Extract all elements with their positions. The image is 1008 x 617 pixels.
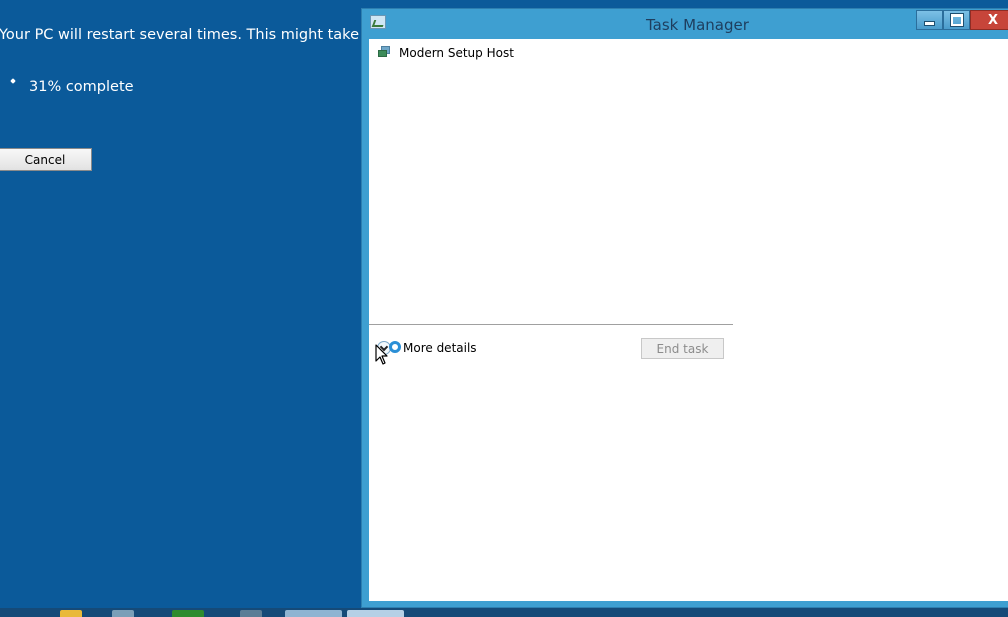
maximize-button[interactable] xyxy=(943,10,970,30)
task-manager-app-icon[interactable] xyxy=(370,15,386,29)
taskbar-task-manager-button[interactable] xyxy=(347,610,404,617)
task-manager-content: Modern Setup Host More details End task xyxy=(369,39,1008,601)
taskbar-setup-button[interactable] xyxy=(285,610,342,617)
more-details-toggle[interactable]: More details xyxy=(377,341,487,359)
taskbar-app-icon[interactable] xyxy=(240,610,262,617)
progress-percent-text: 31% complete xyxy=(29,79,134,95)
task-manager-window: Task Manager X Modern Setup Host More de… xyxy=(361,8,1008,608)
click-indicator-icon xyxy=(389,341,401,353)
mouse-pointer-icon xyxy=(375,344,388,365)
close-button[interactable]: X xyxy=(970,10,1008,30)
footer-divider xyxy=(369,324,733,325)
cancel-button[interactable]: Cancel xyxy=(0,148,92,171)
desktop: Your PC will restart several times. This… xyxy=(0,0,1008,617)
title-bar[interactable]: Task Manager X xyxy=(362,9,1008,39)
task-name: Modern Setup Host xyxy=(399,46,514,60)
setup-host-icon xyxy=(378,46,390,57)
window-title: Task Manager xyxy=(646,16,749,34)
close-icon: X xyxy=(987,12,999,28)
setup-status-message: Your PC will restart several times. This… xyxy=(0,27,403,43)
minimize-button[interactable] xyxy=(916,10,943,30)
maximize-icon xyxy=(950,14,963,26)
taskbar-store-icon[interactable] xyxy=(172,610,204,617)
progress-spinner-icon xyxy=(10,78,16,84)
more-details-label[interactable]: More details xyxy=(403,341,477,355)
task-list-item[interactable]: Modern Setup Host xyxy=(369,43,729,65)
taskbar-ie-icon[interactable] xyxy=(60,610,82,617)
minimize-icon xyxy=(924,21,935,26)
end-task-button[interactable]: End task xyxy=(641,338,724,359)
taskbar xyxy=(0,608,1008,617)
taskbar-explorer-icon[interactable] xyxy=(112,610,134,617)
